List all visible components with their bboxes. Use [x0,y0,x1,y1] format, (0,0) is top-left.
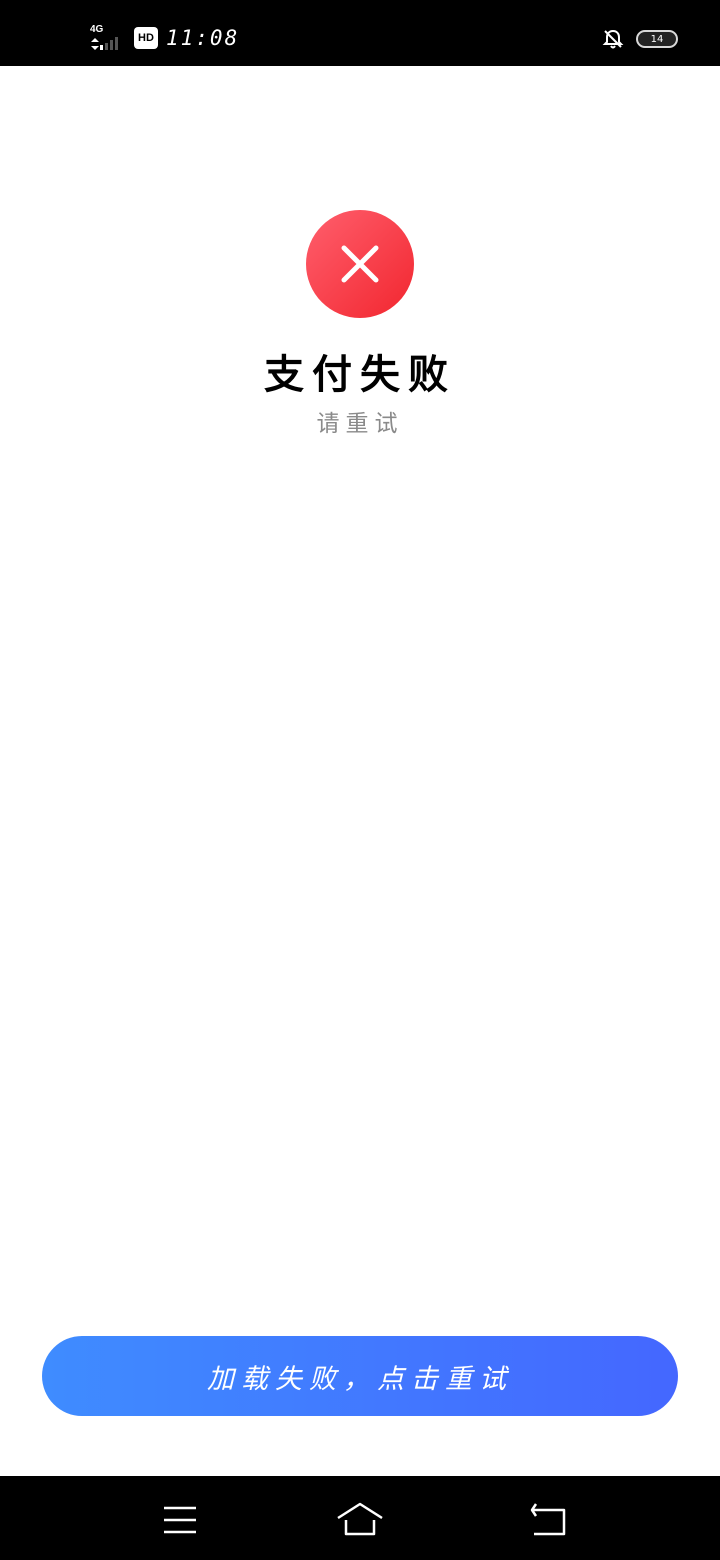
back-icon[interactable] [522,1500,574,1540]
data-arrows-icon [91,38,99,50]
hd-badge: HD [134,27,158,49]
status-bar: 4G HD 11:08 14 [0,0,720,66]
payment-failed-badge [306,210,414,318]
payment-result-page: 支付失败 请重试 加载失败，点击重试 [0,66,720,1476]
retry-button-label: 加载失败，点击重试 [207,1363,513,1395]
battery-level: 14 [650,33,664,45]
signal-icon: 4G [88,24,126,52]
result-subtitle: 请重试 [316,411,404,437]
network-type: 4G [90,24,104,35]
status-left: 4G HD 11:08 [88,24,239,52]
result-title: 支付失败 [264,351,456,398]
status-right: 14 [602,28,678,50]
battery-icon: 14 [636,30,678,48]
status-time: 11:08 [166,26,240,50]
bell-off-icon [602,29,624,49]
menu-icon[interactable] [154,1500,206,1540]
signal-bars [100,36,118,50]
navigation-bar [0,1476,720,1560]
retry-button[interactable]: 加载失败，点击重试 [42,1336,678,1416]
home-icon[interactable] [334,1500,386,1540]
close-icon [341,245,379,283]
